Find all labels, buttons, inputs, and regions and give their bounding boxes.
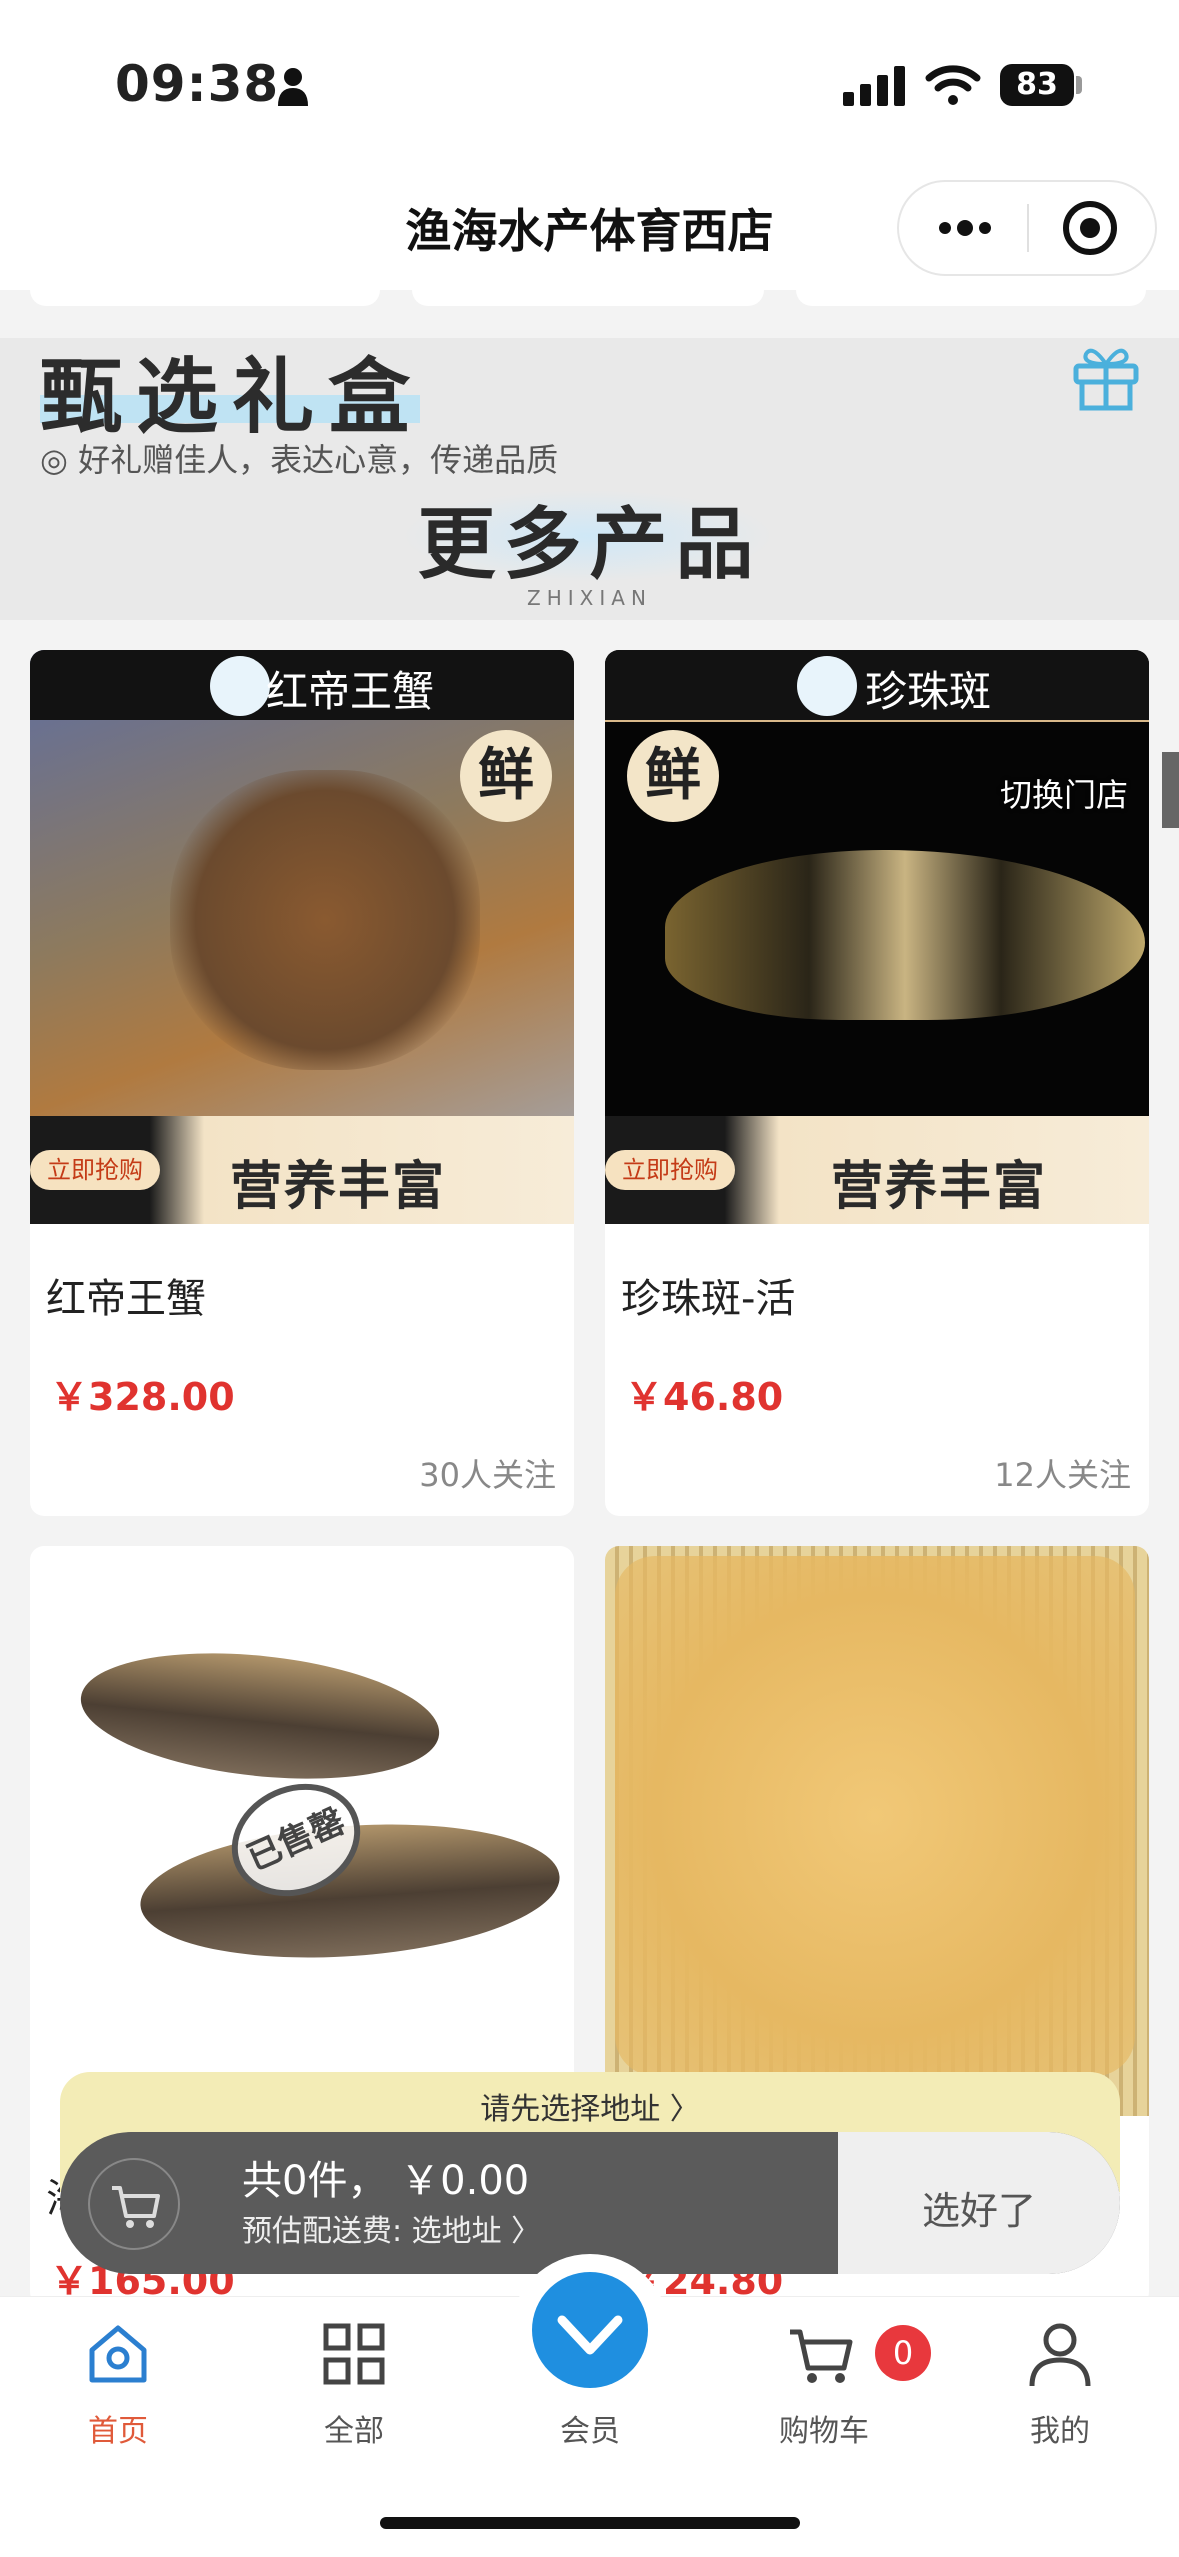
seafood-shape xyxy=(615,1556,1135,2076)
product-image: 珍珠斑 鲜 立即抢购 营养丰富 xyxy=(605,650,1149,1224)
product-name: 红帝王蟹 xyxy=(46,1276,206,1322)
fresh-badge: 鲜 xyxy=(460,730,552,822)
brand-logo-icon xyxy=(797,656,857,716)
delivery-fee[interactable]: 预估配送费: 选地址 〉 xyxy=(242,2206,541,2250)
person-status-icon xyxy=(278,68,308,106)
previous-card-edge xyxy=(412,290,764,306)
follow-count: 30人关注 xyxy=(419,1456,556,1494)
more-products-heading: 更多产品 xyxy=(417,499,762,590)
cart-bubble[interactable] xyxy=(88,2158,180,2250)
tab-cart[interactable]: 购物车 xyxy=(744,2406,904,2450)
battery-level: 83 xyxy=(1000,64,1074,106)
product-price: ￥46.80 xyxy=(625,1375,784,1419)
banner-subtitle: ◎ 好礼赠佳人，表达心意，传递品质 xyxy=(40,441,559,479)
grid-icon[interactable] xyxy=(318,2318,390,2390)
status-time: 09:38 xyxy=(115,55,280,113)
cart-icon[interactable] xyxy=(786,2318,858,2390)
previous-card-edge xyxy=(796,290,1146,306)
home-icon[interactable] xyxy=(82,2318,154,2390)
image-header-title: 红帝王蟹 xyxy=(266,667,435,716)
tab-vip[interactable]: 会员 xyxy=(510,2406,670,2450)
fish-shape xyxy=(665,850,1145,1020)
tab-home[interactable]: 首页 xyxy=(38,2406,198,2450)
cart-badge: 0 xyxy=(875,2325,931,2381)
signal-icon xyxy=(843,66,905,106)
battery-tip xyxy=(1076,76,1082,94)
vip-diamond-icon xyxy=(557,2315,623,2355)
product-price: ￥328.00 xyxy=(50,1375,235,1419)
crab-shape xyxy=(170,770,480,1070)
more-products-subheading: ZHIXIAN xyxy=(527,586,652,610)
confirm-button[interactable]: 选好了 xyxy=(838,2180,1120,2235)
home-indicator xyxy=(380,2517,800,2529)
tab-mine[interactable]: 我的 xyxy=(980,2406,1140,2450)
address-prompt-text[interactable]: 请先选择地址 〉 xyxy=(60,2084,1120,2128)
close-target-icon[interactable] xyxy=(1060,198,1120,258)
vip-button[interactable] xyxy=(532,2272,648,2388)
buy-now-tag: 立即抢购 xyxy=(605,1150,735,1190)
buy-now-tag: 立即抢购 xyxy=(30,1150,160,1190)
more-dots-icon[interactable] xyxy=(935,210,995,246)
cart-total: 共0件， ￥0.00 xyxy=(242,2158,530,2204)
cart-icon xyxy=(112,2186,160,2228)
fresh-badge: 鲜 xyxy=(627,730,719,822)
follow-count: 12人关注 xyxy=(994,1456,1131,1494)
slogan-text: 营养丰富 xyxy=(831,1157,1048,1217)
product-name: 珍珠斑-活 xyxy=(621,1276,796,1322)
slogan-text: 营养丰富 xyxy=(230,1157,447,1217)
tab-all[interactable]: 全部 xyxy=(274,2406,434,2450)
gift-icon xyxy=(1073,348,1139,411)
image-header-title: 珍珠斑 xyxy=(865,667,992,716)
product-card-king-crab[interactable]: 红帝王蟹 鲜 立即抢购 营养丰富 红帝王蟹 ￥328.00 30人关注 xyxy=(30,650,574,1516)
brand-logo-icon xyxy=(210,656,270,716)
banner-title: 甄选礼盒 xyxy=(40,349,425,445)
sea-cucumber-shape xyxy=(74,1637,446,1795)
product-image: 红帝王蟹 鲜 立即抢购 营养丰富 xyxy=(30,650,574,1224)
person-icon[interactable] xyxy=(1024,2318,1096,2390)
switch-store-tab[interactable] xyxy=(1162,752,1179,828)
capsule-divider xyxy=(1027,204,1029,252)
previous-card-edge xyxy=(30,290,380,306)
switch-store-label[interactable]: 切换门店 xyxy=(1000,770,1128,816)
wifi-icon xyxy=(925,65,981,105)
